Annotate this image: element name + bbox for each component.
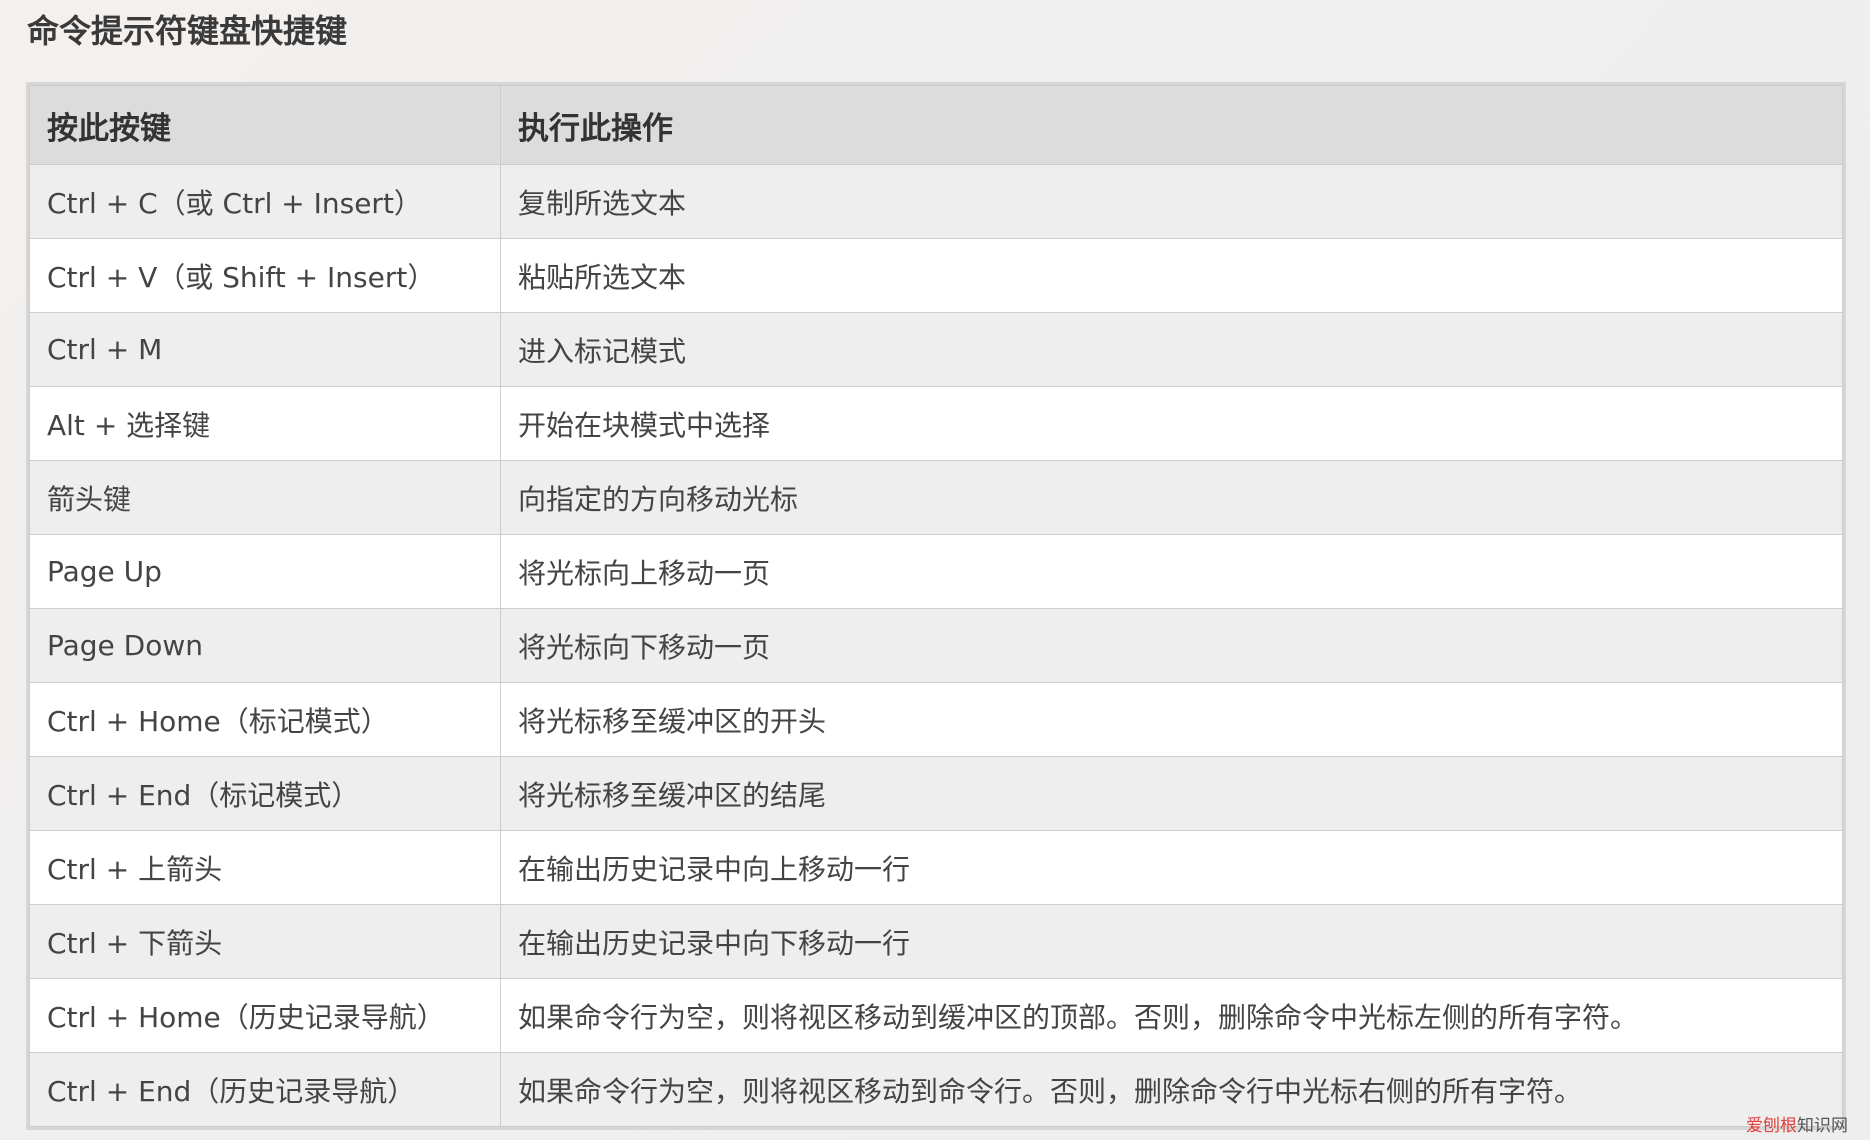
table-row: Ctrl + Home（历史记录导航） 如果命令行为空，则将视区移动到缓冲区的顶… <box>29 978 1843 1053</box>
header-key: 按此按键 <box>29 85 501 165</box>
cell-action: 将光标向下移动一页 <box>500 608 1843 683</box>
table-row: Ctrl + 上箭头 在输出历史记录中向上移动一行 <box>29 830 1843 905</box>
cell-action: 向指定的方向移动光标 <box>500 460 1843 535</box>
cell-key: Ctrl + M <box>29 312 501 387</box>
watermark-brand: 爱刨根 <box>1746 1116 1797 1136</box>
table-row: Ctrl + End（标记模式） 将光标移至缓冲区的结尾 <box>29 756 1843 831</box>
cell-key: Ctrl + V（或 Shift + Insert） <box>29 238 501 313</box>
table-row: Ctrl + M 进入标记模式 <box>29 312 1843 387</box>
cell-action: 将光标移至缓冲区的结尾 <box>500 756 1843 831</box>
cell-key: Page Up <box>29 534 501 609</box>
table-row: Ctrl + Home（标记模式） 将光标移至缓冲区的开头 <box>29 682 1843 757</box>
cell-action: 进入标记模式 <box>500 312 1843 387</box>
shortcut-table-container: 按此按键 执行此操作 Ctrl + C（或 Ctrl + Insert） 复制所… <box>26 82 1846 1130</box>
table-row: Ctrl + C（或 Ctrl + Insert） 复制所选文本 <box>29 164 1843 239</box>
watermark-suffix: 知识网 <box>1797 1116 1848 1136</box>
cell-key: Ctrl + C（或 Ctrl + Insert） <box>29 164 501 239</box>
watermark: 爱刨根知识网 <box>1746 1111 1848 1136</box>
cell-key: Alt + 选择键 <box>29 386 501 461</box>
table-row: Page Down 将光标向下移动一页 <box>29 608 1843 683</box>
cell-action: 在输出历史记录中向下移动一行 <box>500 904 1843 979</box>
cell-key: Ctrl + End（历史记录导航） <box>29 1052 501 1127</box>
page-title: 命令提示符键盘快捷键 <box>27 12 348 50</box>
cell-key: Ctrl + Home（标记模式） <box>29 682 501 757</box>
cell-key: 箭头键 <box>29 460 501 535</box>
cell-key: Page Down <box>29 608 501 683</box>
table-row: Alt + 选择键 开始在块模式中选择 <box>29 386 1843 461</box>
table-row: Ctrl + 下箭头 在输出历史记录中向下移动一行 <box>29 904 1843 979</box>
cell-action: 如果命令行为空，则将视区移动到命令行。否则，删除命令行中光标右侧的所有字符。 <box>500 1052 1843 1127</box>
header-action: 执行此操作 <box>500 85 1843 165</box>
cell-key: Ctrl + Home（历史记录导航） <box>29 978 501 1053</box>
table-header-row: 按此按键 执行此操作 <box>29 85 1843 165</box>
table-row: 箭头键 向指定的方向移动光标 <box>29 460 1843 535</box>
cell-action: 复制所选文本 <box>500 164 1843 239</box>
table-row: Page Up 将光标向上移动一页 <box>29 534 1843 609</box>
shortcut-table: 按此按键 执行此操作 Ctrl + C（或 Ctrl + Insert） 复制所… <box>29 85 1843 1127</box>
cell-key: Ctrl + End（标记模式） <box>29 756 501 831</box>
cell-key: Ctrl + 上箭头 <box>29 830 501 905</box>
table-row: Ctrl + End（历史记录导航） 如果命令行为空，则将视区移动到命令行。否则… <box>29 1052 1843 1127</box>
cell-action: 将光标向上移动一页 <box>500 534 1843 609</box>
cell-action: 开始在块模式中选择 <box>500 386 1843 461</box>
cell-key: Ctrl + 下箭头 <box>29 904 501 979</box>
table-row: Ctrl + V（或 Shift + Insert） 粘贴所选文本 <box>29 238 1843 313</box>
cell-action: 在输出历史记录中向上移动一行 <box>500 830 1843 905</box>
cell-action: 将光标移至缓冲区的开头 <box>500 682 1843 757</box>
cell-action: 如果命令行为空，则将视区移动到缓冲区的顶部。否则，删除命令中光标左侧的所有字符。 <box>500 978 1843 1053</box>
cell-action: 粘贴所选文本 <box>500 238 1843 313</box>
